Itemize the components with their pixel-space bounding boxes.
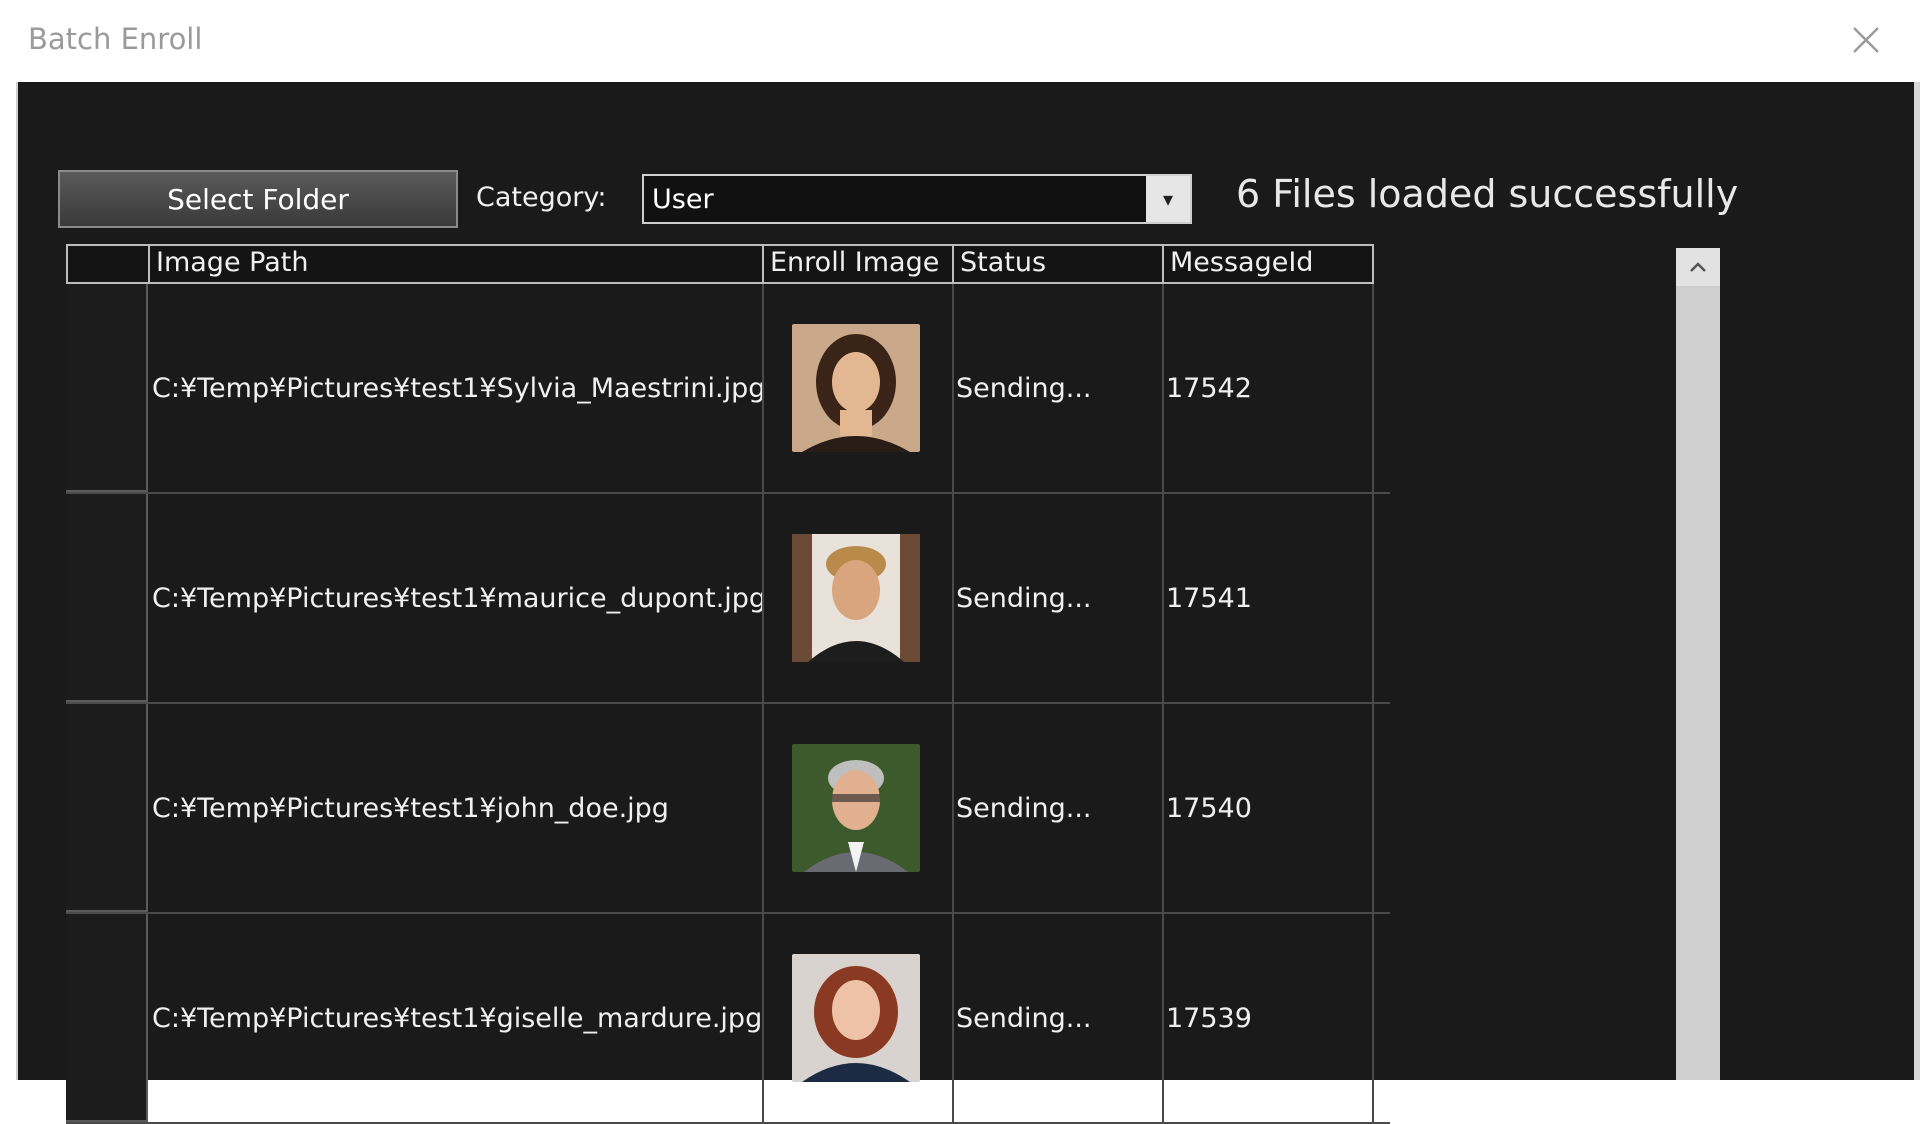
cell-status: Sending...	[952, 494, 1164, 702]
cell-enroll-image	[762, 704, 954, 912]
scroll-up-button[interactable]	[1676, 248, 1720, 286]
batch-enroll-window: Batch Enroll Select Folder Category: Use…	[0, 0, 1920, 1124]
cell-enroll-image	[762, 494, 954, 702]
column-header-image-path[interactable]: Image Path	[148, 244, 764, 284]
cell-enroll-image	[762, 284, 954, 492]
row-header[interactable]	[66, 494, 148, 702]
cell-status: Sending...	[952, 914, 1164, 1122]
cell-image-path: C:¥Temp¥Pictures¥test1¥giselle_mardure.j…	[148, 914, 764, 1122]
select-folder-button[interactable]: Select Folder	[58, 170, 458, 228]
table-row[interactable]: C:¥Temp¥Pictures¥test1¥john_doe.jpg Send…	[66, 704, 1390, 914]
category-dropdown[interactable]: User ▾	[642, 174, 1192, 224]
cell-message-id: 17542	[1162, 284, 1374, 492]
cell-message-id: 17540	[1162, 704, 1374, 912]
chevron-up-icon	[1690, 262, 1706, 272]
portrait-woman-dark-hair-icon	[792, 324, 920, 452]
cell-image-path: C:¥Temp¥Pictures¥test1¥Sylvia_Maestrini.…	[148, 284, 764, 492]
category-label: Category:	[476, 182, 607, 213]
row-header[interactable]	[66, 704, 148, 912]
column-header-enroll-image[interactable]: Enroll Image	[762, 244, 954, 284]
cell-image-path: C:¥Temp¥Pictures¥test1¥maurice_dupont.jp…	[148, 494, 764, 702]
category-selected-value: User	[652, 184, 714, 215]
vertical-scrollbar[interactable]	[1676, 248, 1720, 1080]
table-row[interactable]: C:¥Temp¥Pictures¥test1¥Sylvia_Maestrini.…	[66, 284, 1390, 494]
grid-corner-header[interactable]	[66, 244, 150, 284]
portrait-woman-red-hair-icon	[792, 954, 920, 1082]
files-grid: Image Path Enroll Image Status MessageId…	[66, 244, 1392, 1124]
cell-image-path: C:¥Temp¥Pictures¥test1¥john_doe.jpg	[148, 704, 764, 912]
cell-status: Sending...	[952, 284, 1164, 492]
column-header-messageid[interactable]: MessageId	[1162, 244, 1374, 284]
close-icon	[1853, 27, 1879, 53]
window-title: Batch Enroll	[28, 22, 203, 56]
dropdown-arrow-button[interactable]: ▾	[1146, 176, 1190, 222]
window-right-edge	[1914, 82, 1920, 1080]
cell-message-id: 17539	[1162, 914, 1374, 1122]
column-header-status[interactable]: Status	[952, 244, 1164, 284]
table-row[interactable]: C:¥Temp¥Pictures¥test1¥giselle_mardure.j…	[66, 914, 1390, 1124]
portrait-man-blond-icon	[792, 534, 920, 662]
title-bar: Batch Enroll	[10, 0, 1914, 82]
close-button[interactable]	[1844, 18, 1888, 62]
dialog-content: Select Folder Category: User ▾ 6 Files l…	[16, 82, 1916, 1124]
table-row[interactable]: C:¥Temp¥Pictures¥test1¥maurice_dupont.jp…	[66, 494, 1390, 704]
chevron-down-icon: ▾	[1162, 187, 1174, 211]
cell-message-id: 17541	[1162, 494, 1374, 702]
row-header[interactable]	[66, 284, 148, 492]
cell-enroll-image	[762, 914, 954, 1122]
load-status-message: 6 Files loaded successfully	[1236, 172, 1739, 216]
row-header[interactable]	[66, 914, 148, 1122]
cell-status: Sending...	[952, 704, 1164, 912]
portrait-man-gray-hair-icon	[792, 744, 920, 872]
